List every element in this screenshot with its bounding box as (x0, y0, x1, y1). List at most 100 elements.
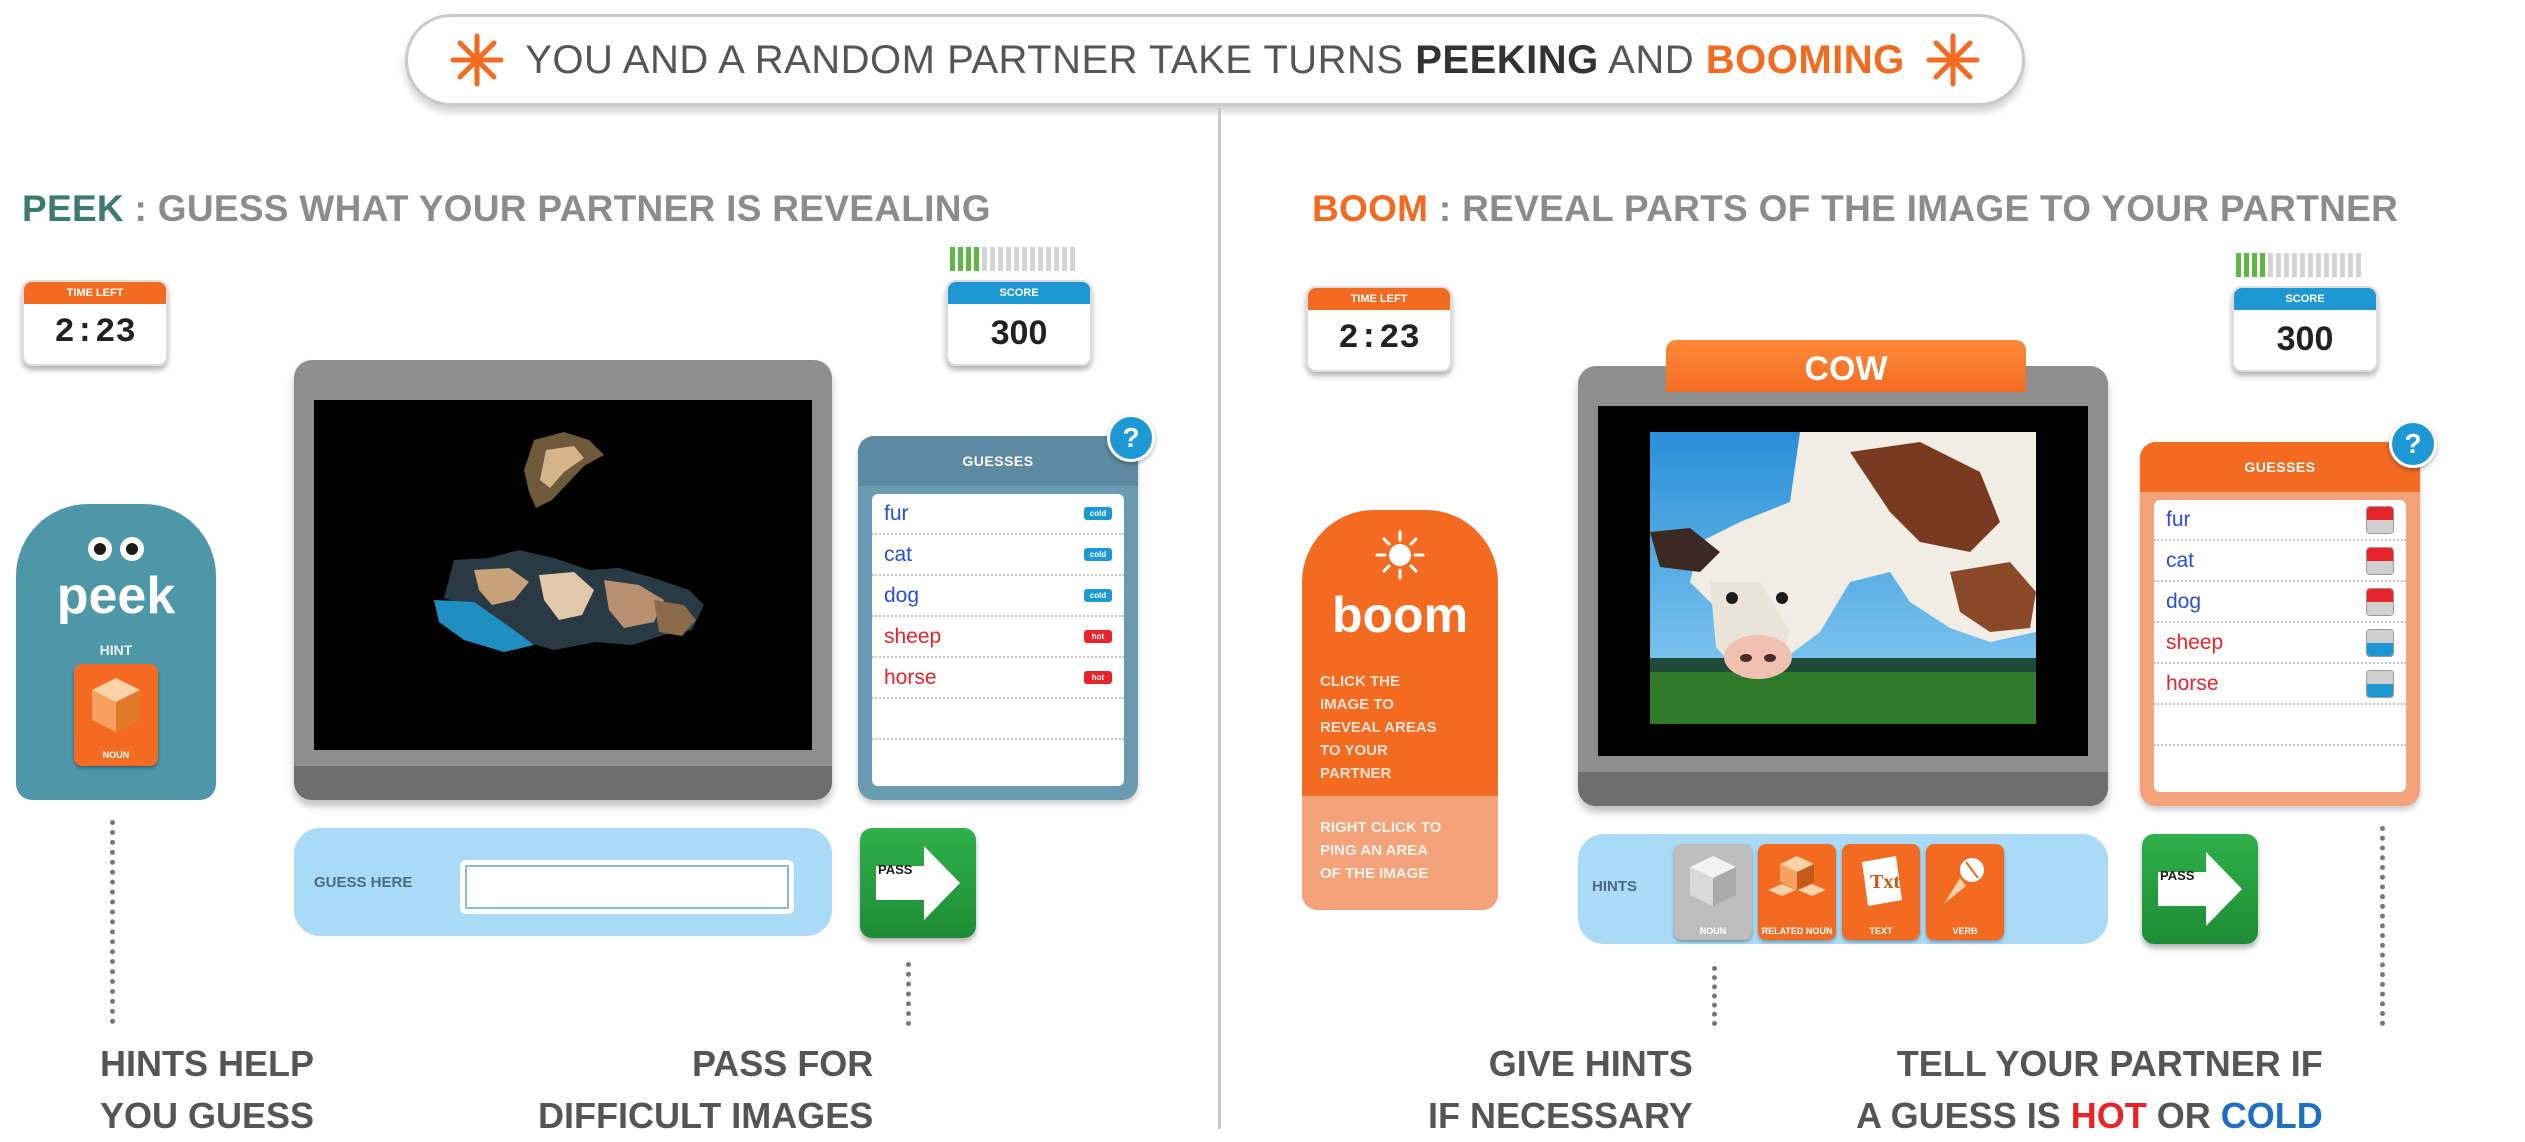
hint-related-noun-button[interactable]: RELATED NOUN (1758, 844, 1836, 940)
pass-label: PASS (878, 862, 913, 877)
hot-cold-toggle[interactable] (2366, 628, 2394, 657)
guess-word: sheep (884, 624, 942, 648)
boom-badge-name: boom (1331, 587, 1469, 643)
list-item: fur (2154, 500, 2406, 541)
boom-guesses-panel: GUESSES fur cat dog sheep horse (2140, 442, 2420, 806)
guess-word: dog (884, 583, 920, 607)
boom-score: SCORE 300 (2232, 286, 2378, 372)
boom-guesses-callout-line (2380, 826, 2385, 1026)
score-label: SCORE (2234, 288, 2376, 310)
score-label: SCORE (948, 282, 1090, 304)
hint-text-button[interactable]: Txt TEXT (1842, 844, 1920, 940)
list-item: sheep hot (872, 617, 1124, 658)
hot-cold-toggle[interactable] (2366, 587, 2394, 616)
caption-pass: PASS FOR DIFFICULT IMAGES (538, 1043, 874, 1136)
banner-text: YOU AND A RANDOM PARTNER TAKE TURNS PEEK… (525, 37, 1905, 82)
star-icon (1926, 33, 1980, 87)
boom-hints-callout-line (1712, 966, 1717, 1026)
pass-button[interactable]: PASS (860, 828, 976, 938)
hot-cold-toggle[interactable] (2366, 669, 2394, 698)
boom-badge: boom CLICK THE IMAGE TO REVEAL AREAS TO … (1302, 510, 1498, 910)
guesses-title: GUESSES (2140, 442, 2420, 492)
guess-word: fur (2166, 507, 2191, 531)
guess-here-label: GUESS HERE (314, 874, 413, 891)
cold-tag: cold (1084, 589, 1112, 602)
guess-bar: GUESS HERE (294, 828, 832, 936)
sun-icon (1375, 530, 1425, 580)
cow-image[interactable] (1650, 432, 2036, 724)
guess-word: cat (2166, 548, 2195, 572)
guesses-title: GUESSES (858, 436, 1138, 486)
score-value: 300 (990, 314, 1048, 352)
hint-label: HINT (99, 642, 133, 658)
list-item: sheep (2154, 623, 2406, 664)
arrow-right-icon (2158, 852, 2242, 926)
guess-input[interactable] (460, 860, 794, 914)
boom-score-meter (2236, 253, 2361, 277)
guess-word: fur (884, 501, 909, 525)
boom-section-title: BOOM : REVEAL PARTS OF THE IMAGE TO YOUR… (1312, 188, 2399, 229)
time-left-label: TIME LEFT (24, 282, 166, 304)
arrow-right-icon (876, 846, 960, 920)
hot-tag: hot (1084, 630, 1112, 643)
list-item: dog cold (872, 576, 1124, 617)
list-item-empty (2154, 705, 2406, 746)
guess-word: cat (884, 542, 913, 566)
boom-monitor (1578, 366, 2108, 806)
related-cubes-icon (1768, 856, 1826, 896)
hot-cold-toggle[interactable] (2366, 505, 2394, 534)
boom-ping-instructions: RIGHT CLICK TO PING AN AREA OF THE IMAGE (1320, 819, 1442, 882)
guess-word: horse (2166, 671, 2219, 695)
boom-time-left: TIME LEFT 2:23 (1306, 286, 1452, 372)
verb-ball-icon (1944, 858, 1984, 904)
guess-word: sheep (2166, 630, 2224, 654)
boom-instructions: CLICK THE IMAGE TO REVEAL AREAS TO YOUR … (1320, 673, 1437, 782)
secret-word-label: COW (1666, 340, 2026, 392)
hint-tile-label: VERB (1952, 926, 1978, 936)
list-item-empty (2154, 746, 2406, 787)
hint-noun-button[interactable]: NOUN (1674, 844, 1752, 940)
hints-bar: HINTS NOUN RELATED NOUN Txt TEXT VERB (1578, 834, 2108, 944)
hint-tile-label: TEXT (1869, 926, 1893, 936)
hints-label: HINTS (1592, 878, 1637, 895)
cold-tag: cold (1084, 548, 1112, 561)
list-item-empty (872, 740, 1124, 781)
time-left-value: 2:23 (1338, 320, 1420, 358)
peek-score-meter (950, 247, 1075, 271)
list-item-empty (872, 699, 1124, 740)
help-icon[interactable]: ? (1107, 414, 1155, 462)
cube-icon (1690, 856, 1736, 906)
hint-tile-label: NOUN (102, 750, 130, 760)
hint-tile-label: RELATED NOUN (1761, 926, 1833, 936)
guesses-list: fur cold cat cold dog cold sheep hot hor… (872, 494, 1124, 786)
time-left-value: 2:23 (54, 314, 136, 352)
peek-score: SCORE 300 (946, 280, 1092, 366)
svg-text:Txt: Txt (1870, 871, 1900, 893)
cube-icon (92, 678, 140, 732)
peek-badge: peek HINT NOUN (16, 504, 216, 800)
hot-cold-toggle[interactable] (2366, 546, 2394, 575)
instructions-banner: YOU AND A RANDOM PARTNER TAKE TURNS PEEK… (405, 14, 2025, 106)
guesses-list: fur cat dog sheep horse (2154, 500, 2406, 792)
pass-button[interactable]: PASS (2142, 834, 2258, 944)
text-page-icon: Txt (1862, 856, 1902, 906)
hot-tag: hot (1084, 671, 1112, 684)
boom-image-frame (1598, 406, 2088, 756)
eyes-icon (88, 537, 144, 561)
peek-time-left: TIME LEFT 2:23 (22, 280, 168, 366)
peek-pass-callout-line (906, 962, 911, 1026)
help-icon[interactable]: ? (2389, 420, 2437, 468)
list-item: fur cold (872, 494, 1124, 535)
caption-hot-cold: TELL YOUR PARTNER IF A GUESS IS HOT OR C… (1856, 1043, 2323, 1136)
peek-hint-callout-line (110, 820, 115, 1024)
hint-verb-button[interactable]: VERB (1926, 844, 2004, 940)
cold-tag: cold (1084, 507, 1112, 520)
time-left-label: TIME LEFT (1308, 288, 1450, 310)
caption-hints-help: HINTS HELP YOU GUESS (100, 1043, 315, 1136)
peek-monitor (294, 360, 832, 800)
peek-section-title: PEEK : GUESS WHAT YOUR PARTNER IS REVEAL… (22, 188, 991, 229)
caption-give-hints: GIVE HINTS IF NECESSARY (1428, 1043, 1693, 1136)
list-item: horse hot (872, 658, 1124, 699)
hint-noun-button[interactable]: NOUN (74, 664, 158, 766)
guess-word: dog (2166, 589, 2202, 613)
